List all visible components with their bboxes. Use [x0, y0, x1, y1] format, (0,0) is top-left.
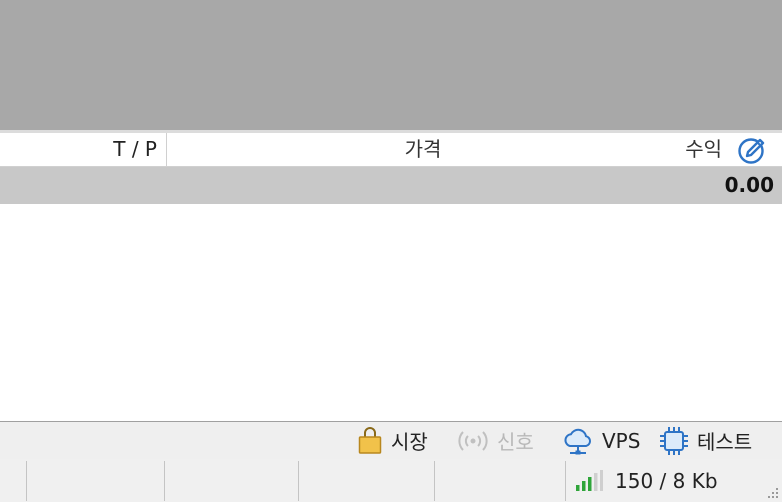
signal-strength-icon: [576, 469, 603, 491]
tab-signal[interactable]: 신호: [457, 422, 534, 459]
status-separator: [164, 461, 165, 501]
status-separator: [26, 461, 27, 501]
edit-icon[interactable]: [737, 136, 767, 164]
cloud-network-icon: [564, 428, 591, 454]
connection-status[interactable]: 150 / 8 Kb: [575, 459, 718, 502]
tab-market[interactable]: 시장: [357, 422, 428, 459]
chip-icon: [660, 426, 688, 455]
tab-test[interactable]: 테스트: [659, 422, 752, 459]
table-body-empty: [0, 204, 782, 421]
tab-vps-label: VPS: [602, 428, 641, 453]
column-header-profit[interactable]: 수익: [560, 133, 722, 166]
bottom-tab-bar: 시장 신호 VPS 테스트: [0, 421, 782, 460]
broadcast-icon: [458, 430, 488, 451]
table-header: T / P 가격 수익: [0, 133, 782, 167]
tab-test-label: 테스트: [697, 430, 753, 454]
column-header-tp[interactable]: T / P: [0, 133, 157, 166]
traffic-readout: 150 / 8 Kb: [615, 468, 718, 493]
status-separator: [434, 461, 435, 501]
resize-grip-icon[interactable]: [764, 484, 780, 500]
upper-panel-background: [0, 0, 782, 130]
total-row: 0.00: [0, 167, 782, 204]
tab-vps[interactable]: VPS: [562, 422, 640, 459]
tab-market-label: 시장: [391, 430, 428, 454]
total-profit-value: 0.00: [724, 173, 774, 197]
status-separator: [298, 461, 299, 501]
status-separator: [565, 461, 566, 501]
status-bar: 150 / 8 Kb: [0, 459, 782, 502]
shopping-bag-icon: [358, 426, 382, 454]
tab-signal-label: 신호: [497, 430, 534, 454]
